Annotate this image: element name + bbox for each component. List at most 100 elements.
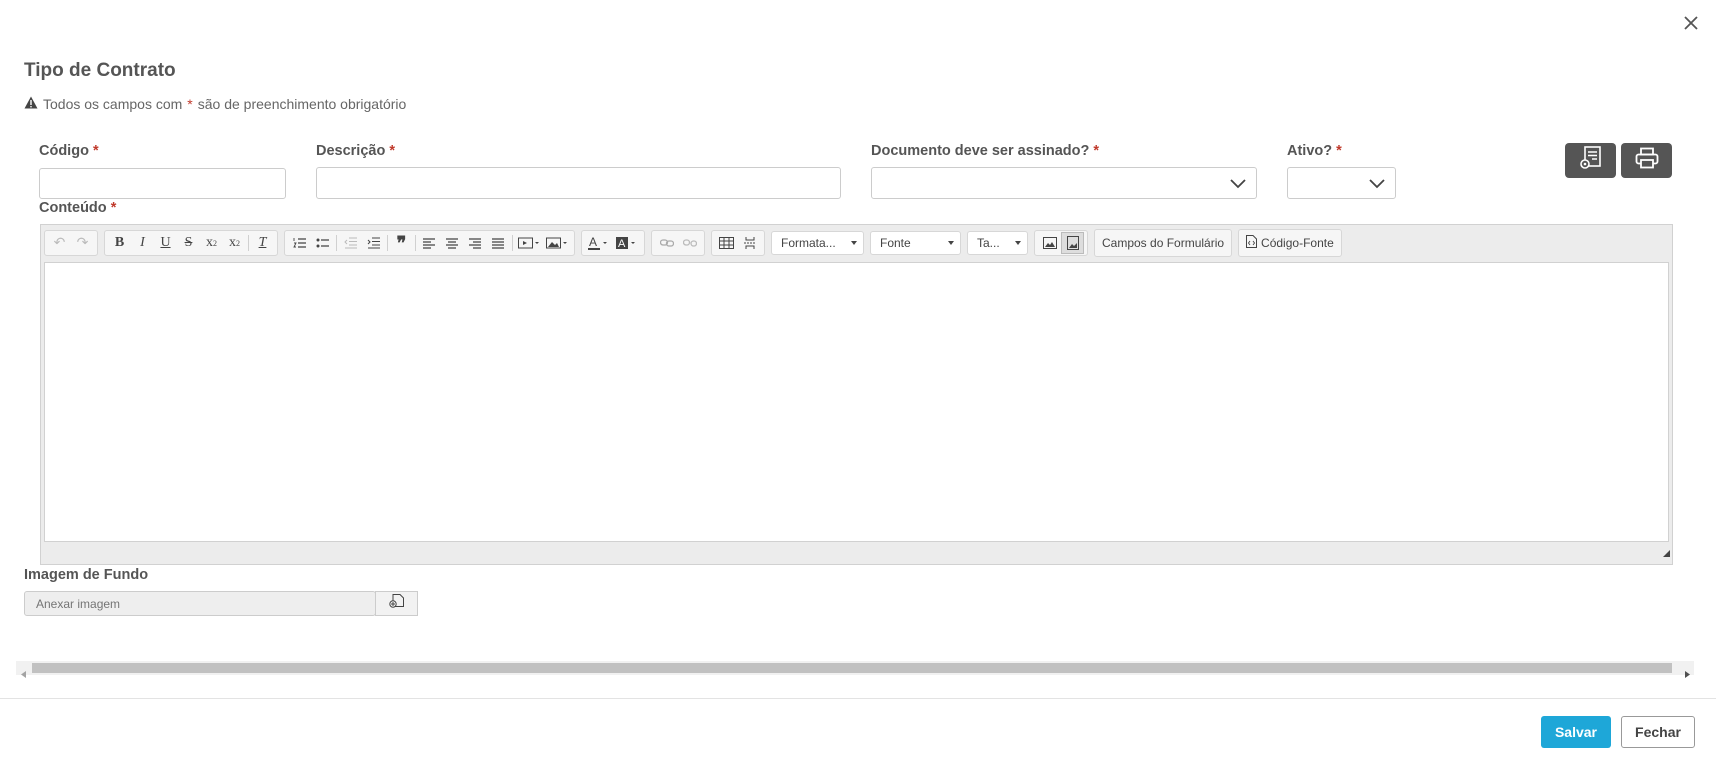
assinado-label: Documento deve ser assinado? *: [871, 143, 1099, 159]
form-fields-label: Campos do Formulário: [1102, 236, 1225, 250]
caret-down-icon: [851, 241, 857, 245]
subscript-icon[interactable]: x2: [200, 232, 223, 254]
descricao-label-text: Descrição: [316, 143, 386, 159]
align-right-icon[interactable]: [464, 232, 487, 254]
link-icon[interactable]: [655, 232, 678, 254]
conteudo-label: Conteúdo *: [39, 200, 116, 216]
toolbar-separator: [387, 235, 388, 251]
background-color-icon[interactable]: A: [613, 232, 641, 254]
outdent-icon[interactable]: [339, 232, 362, 254]
assinado-label-text: Documento deve ser assinado?: [871, 143, 1090, 159]
bulleted-list-icon[interactable]: [311, 232, 334, 254]
notice-text-before: Todos os campos com: [43, 96, 183, 112]
required-notice: Todos os campos com * são de preenchimen…: [24, 96, 406, 112]
bold-icon[interactable]: B: [108, 232, 131, 254]
align-justify-icon[interactable]: [487, 232, 510, 254]
background-image-input[interactable]: [24, 591, 376, 616]
notice-text-after: são de preenchimento obrigatório: [197, 96, 407, 112]
required-star: *: [389, 143, 396, 159]
portrait-image-icon[interactable]: [1061, 232, 1084, 254]
save-button[interactable]: Salvar: [1541, 716, 1611, 748]
superscript-icon[interactable]: x2: [223, 232, 246, 254]
svg-text:A: A: [618, 238, 626, 250]
align-center-icon[interactable]: [441, 232, 464, 254]
caret-down-icon: [1015, 241, 1021, 245]
caret-down-icon: [948, 241, 954, 245]
required-star: *: [110, 200, 117, 216]
document-settings-button[interactable]: [1565, 143, 1616, 178]
table-icon[interactable]: [715, 232, 738, 254]
toolbar-separator: [415, 235, 416, 251]
imagem-fundo-label: Imagem de Fundo: [24, 567, 149, 583]
italic-icon[interactable]: I: [131, 232, 154, 254]
font-combo-label: Fonte: [880, 236, 911, 250]
media-embed-icon[interactable]: [515, 232, 543, 254]
colors-group: A A: [581, 230, 645, 256]
blockquote-icon[interactable]: ❞: [390, 232, 413, 254]
format-combo[interactable]: Formata...: [771, 231, 864, 255]
text-color-icon[interactable]: A: [585, 232, 613, 254]
remove-format-icon[interactable]: T: [251, 232, 274, 254]
background-image-group: [1034, 230, 1088, 256]
required-star: *: [1336, 143, 1342, 159]
codigo-input[interactable]: [39, 168, 286, 199]
undo-icon[interactable]: ↶: [48, 232, 71, 254]
resize-handle-icon[interactable]: [1663, 544, 1670, 562]
history-group: ↶ ↷: [44, 230, 98, 256]
paragraph-group: ❞: [284, 230, 575, 256]
redo-icon[interactable]: ↷: [71, 232, 94, 254]
underline-icon[interactable]: U: [154, 232, 177, 254]
assinado-select[interactable]: [871, 167, 1257, 199]
horizontal-scrollbar[interactable]: [16, 661, 1694, 678]
svg-text:A: A: [589, 236, 597, 249]
scrollbar-thumb[interactable]: [32, 663, 1672, 673]
source-code-button[interactable]: Código-Fonte: [1238, 229, 1342, 257]
strikethrough-icon[interactable]: S: [177, 232, 200, 254]
unlink-icon[interactable]: [678, 232, 701, 254]
indent-icon[interactable]: [362, 232, 385, 254]
toolbar-separator: [336, 235, 337, 251]
scroll-left-icon[interactable]: [21, 665, 26, 683]
toolbar-separator: [248, 235, 249, 251]
print-button[interactable]: [1621, 143, 1672, 178]
codigo-label-text: Código: [39, 143, 89, 159]
codigo-label: Código *: [39, 143, 99, 159]
toolbar-separator: [512, 235, 513, 251]
numbered-list-icon[interactable]: [288, 232, 311, 254]
rich-text-editor: ↶ ↷ B I U S x2 x2 T ❞ A A Formata... Fon…: [40, 224, 1673, 565]
attach-image-button[interactable]: [375, 591, 418, 616]
size-combo[interactable]: Ta...: [967, 231, 1028, 255]
basic-style-group: B I U S x2 x2 T: [104, 230, 278, 256]
editor-toolbar: ↶ ↷ B I U S x2 x2 T ❞ A A Formata... Fon…: [44, 228, 1348, 258]
chevron-down-icon: [1369, 176, 1385, 195]
editor-content-area[interactable]: [44, 262, 1669, 542]
links-group: [651, 230, 705, 256]
required-star: *: [1093, 143, 1100, 159]
insert-group: [711, 230, 765, 256]
ativo-label-text: Ativo?: [1287, 143, 1333, 159]
descricao-input[interactable]: [316, 167, 841, 199]
footer-divider: [0, 698, 1716, 699]
form-fields-button[interactable]: Campos do Formulário: [1094, 229, 1233, 257]
ativo-select[interactable]: [1287, 167, 1396, 199]
page-break-icon[interactable]: [738, 232, 761, 254]
close-button[interactable]: Fechar: [1621, 716, 1695, 748]
align-left-icon[interactable]: [418, 232, 441, 254]
size-combo-label: Ta...: [977, 236, 1000, 250]
page-title: Tipo de Contrato: [24, 60, 176, 81]
image-icon[interactable]: [543, 232, 571, 254]
warning-icon: [24, 96, 38, 112]
close-icon[interactable]: [1678, 10, 1704, 36]
document-gear-icon: [1578, 145, 1604, 176]
descricao-label: Descrição *: [316, 143, 395, 159]
required-star: *: [92, 143, 99, 159]
scroll-right-icon[interactable]: [1685, 665, 1690, 683]
format-combo-label: Formata...: [781, 236, 836, 250]
font-combo[interactable]: Fonte: [870, 231, 961, 255]
background-image-icon[interactable]: [1038, 232, 1061, 254]
attach-file-icon: [388, 593, 405, 614]
conteudo-label-text: Conteúdo: [39, 200, 107, 216]
source-code-label: Código-Fonte: [1261, 236, 1334, 250]
notice-star: *: [187, 96, 193, 112]
chevron-down-icon: [1230, 176, 1246, 195]
